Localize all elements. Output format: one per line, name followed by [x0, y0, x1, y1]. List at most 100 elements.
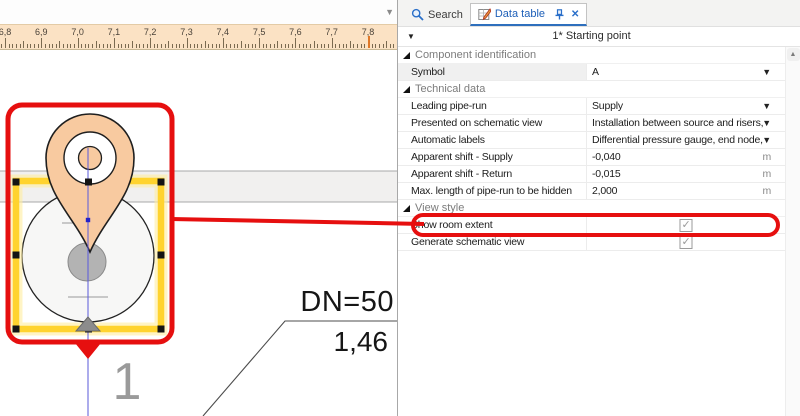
property-row-symbol[interactable]: SymbolA▼ — [398, 64, 785, 81]
chevron-down-icon[interactable]: ▼ — [762, 68, 771, 77]
section-header-component-identification[interactable]: Component identification — [398, 47, 785, 64]
section-expander-icon[interactable] — [403, 205, 410, 212]
ruler-tick — [259, 38, 260, 48]
annotation-arrow — [75, 343, 101, 359]
chevron-down-icon[interactable]: ▼ — [762, 119, 771, 128]
ruler-tick — [324, 44, 325, 48]
drawing-canvas[interactable]: ▼ — [0, 0, 397, 416]
text-value: -0,015 — [592, 168, 621, 180]
ruler-tick — [241, 41, 242, 48]
property-label[interactable]: Leading pipe-run — [398, 98, 586, 114]
ruler-tick — [208, 44, 209, 48]
ruler-tick — [172, 44, 173, 48]
property-label[interactable]: Show room extent — [398, 217, 586, 233]
property-value[interactable]: -0,015 m — [586, 166, 785, 182]
section-header-view-style[interactable]: View style — [398, 200, 785, 217]
text-value: -0,040 — [592, 151, 621, 163]
node-number-label: 1 — [102, 352, 152, 412]
chevron-down-icon[interactable]: ▼ — [762, 102, 771, 111]
property-row-leading-pipe-run[interactable]: Leading pipe-run Supply ▼ — [398, 98, 785, 115]
property-label[interactable]: Apparent shift - Return — [398, 166, 586, 182]
property-row-generate-schematic-view[interactable]: Generate schematic view ✓ — [398, 234, 785, 251]
property-label[interactable]: Generate schematic view — [398, 234, 586, 250]
ruler-tick — [154, 44, 155, 48]
property-value[interactable]: Installation between source and risers,▼ — [586, 115, 785, 131]
data-table-panel: Search Data table ✕ — [397, 0, 800, 416]
ruler-tick — [118, 44, 119, 48]
tab-search[interactable]: Search — [404, 3, 470, 26]
property-row-max-length-of-pipe-run-to-be-hidden[interactable]: Max. length of pipe-run to be hidden2,00… — [398, 183, 785, 200]
dropdown-value: Supply — [592, 100, 623, 112]
ruler-tick — [383, 44, 384, 48]
ruler-tick — [364, 44, 365, 48]
ruler-label: 7,5 — [253, 27, 266, 37]
scroll-up-icon[interactable]: ▲ — [787, 48, 800, 61]
property-row-show-room-extent[interactable]: Show room extent ✓ — [398, 217, 785, 234]
checkbox[interactable]: ✓ — [680, 236, 693, 249]
property-row-automatic-labels[interactable]: Automatic labelsDifferential pressure ga… — [398, 132, 785, 149]
chevron-down-icon[interactable]: ▼ — [762, 136, 771, 145]
ruler-tick — [147, 44, 148, 48]
property-label[interactable]: Max. length of pipe-run to be hidden — [398, 183, 586, 199]
ruler-label: 7,6 — [289, 27, 302, 37]
property-row-presented-on-schematic-view[interactable]: Presented on schematic viewInstallation … — [398, 115, 785, 132]
ruler-tick — [292, 44, 293, 48]
property-label[interactable]: Apparent shift - Supply — [398, 149, 586, 165]
ruler-tick — [306, 44, 307, 48]
unit-label: m — [762, 168, 771, 180]
property-value[interactable]: A▼ — [586, 64, 785, 80]
checkbox[interactable]: ✓ — [680, 219, 693, 232]
pin-icon[interactable] — [553, 9, 566, 20]
ruler-tick — [139, 44, 140, 48]
ruler-tick — [1, 44, 2, 48]
ruler-tick — [219, 44, 220, 48]
property-row-apparent-shift-return[interactable]: Apparent shift - Return -0,015 m — [398, 166, 785, 183]
property-value[interactable]: 2,000m — [586, 183, 785, 199]
property-value[interactable]: Differential pressure gauge, end node,▼ — [586, 132, 785, 148]
ruler-label: 6,9 — [35, 27, 48, 37]
table-pencil-icon — [478, 8, 491, 21]
ruler-tick — [187, 38, 188, 48]
ruler-tick — [107, 44, 108, 48]
tab-data-table[interactable]: Data table ✕ — [470, 3, 588, 26]
property-row-apparent-shift-supply[interactable]: Apparent shift - Supply-0,040m — [398, 149, 785, 166]
ruler-tick — [30, 44, 31, 48]
guide-node[interactable] — [86, 218, 90, 222]
ruler-tick — [27, 44, 28, 48]
ruler-tick — [136, 44, 137, 48]
ruler-tick — [245, 44, 246, 48]
close-icon[interactable]: ✕ — [571, 9, 579, 20]
ruler-tick — [335, 44, 336, 48]
panel-scrollbar[interactable]: ▲ — [785, 47, 800, 416]
ruler-tick — [379, 44, 380, 48]
ruler-tick — [5, 38, 6, 48]
panel-header: ▼ 1* Starting point — [398, 27, 800, 47]
section-header-technical-data[interactable]: Technical data — [398, 81, 785, 98]
property-label[interactable]: Presented on schematic view — [398, 115, 586, 131]
ruler-tick — [310, 44, 311, 48]
ruler-tick — [357, 44, 358, 48]
property-value[interactable]: Supply ▼ — [586, 98, 785, 114]
ruler-tick — [99, 44, 100, 48]
property-value[interactable]: ✓ — [586, 234, 785, 250]
property-value[interactable]: -0,040m — [586, 149, 785, 165]
ruler-tick — [20, 44, 21, 48]
ruler-tick — [230, 44, 231, 48]
ruler-label: 7,2 — [144, 27, 157, 37]
tab-data-table-label: Data table — [495, 8, 545, 20]
ruler-cursor-tick — [368, 36, 370, 48]
panel-tab-bar: Search Data table ✕ — [398, 0, 800, 27]
section-expander-icon[interactable] — [403, 86, 410, 93]
section-expander-icon[interactable] — [403, 52, 410, 59]
property-label[interactable]: Automatic labels — [398, 132, 586, 148]
ruler-tick — [361, 44, 362, 48]
ruler-tick — [96, 41, 97, 48]
ruler-tick — [67, 44, 68, 48]
ruler-tick — [179, 44, 180, 48]
ruler-tick — [285, 44, 286, 48]
ruler-tick — [9, 44, 10, 48]
property-value[interactable]: ✓ — [586, 217, 785, 233]
dropdown-value: Installation between source and risers, — [592, 117, 763, 129]
property-label[interactable]: Symbol — [398, 64, 586, 80]
ruler-label: 7,4 — [217, 27, 230, 37]
